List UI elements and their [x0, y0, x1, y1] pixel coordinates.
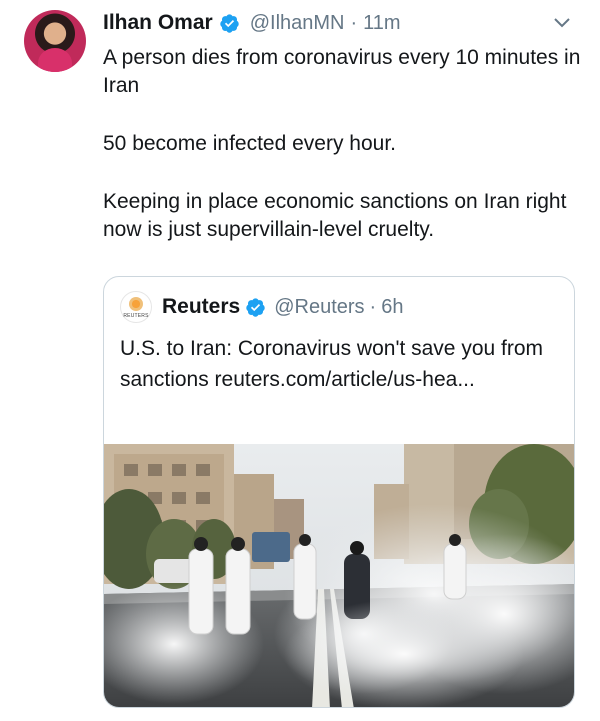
verified-badge-icon	[220, 13, 239, 33]
avatar-wordmark: REUTERS	[123, 313, 149, 319]
verified-badge-icon	[246, 297, 265, 317]
quoted-author-handle: @Reuters	[274, 295, 365, 318]
tweet-time[interactable]: 11m	[363, 12, 400, 35]
tweet-line: A person dies from coronavirus every 10 …	[103, 46, 581, 97]
tweet-line: Keeping in place economic sanctions on I…	[103, 190, 567, 241]
tweet-header: Ilhan Omar @IlhanMN · 11m	[103, 10, 401, 36]
tweet-text: A person dies from coronavirus every 10 …	[103, 44, 583, 244]
quoted-tweet-text: U.S. to Iran: Coronavirus won't save you…	[120, 337, 544, 391]
chevron-down-icon[interactable]	[550, 10, 574, 34]
quoted-tweet-card[interactable]: REUTERS Reuters @Reuters · 6h U.S. to Ir…	[103, 276, 575, 708]
separator: ·	[350, 11, 358, 34]
author-handle[interactable]: @IlhanMN	[250, 12, 345, 35]
reuters-logo-avatar: REUTERS	[120, 291, 152, 323]
separator: ·	[369, 295, 377, 318]
author-name[interactable]: Ilhan Omar	[103, 11, 213, 35]
tweet[interactable]: Ilhan Omar @IlhanMN · 11m A person dies …	[0, 0, 600, 721]
tweet-line: 50 become infected every hour.	[103, 132, 397, 155]
quoted-tweet-time: 6h	[381, 295, 404, 318]
quoted-tweet-header: REUTERS Reuters @Reuters · 6h	[120, 289, 403, 325]
news-photo[interactable]	[104, 444, 575, 708]
author-avatar[interactable]	[24, 10, 86, 72]
quoted-author-name: Reuters	[162, 295, 241, 318]
